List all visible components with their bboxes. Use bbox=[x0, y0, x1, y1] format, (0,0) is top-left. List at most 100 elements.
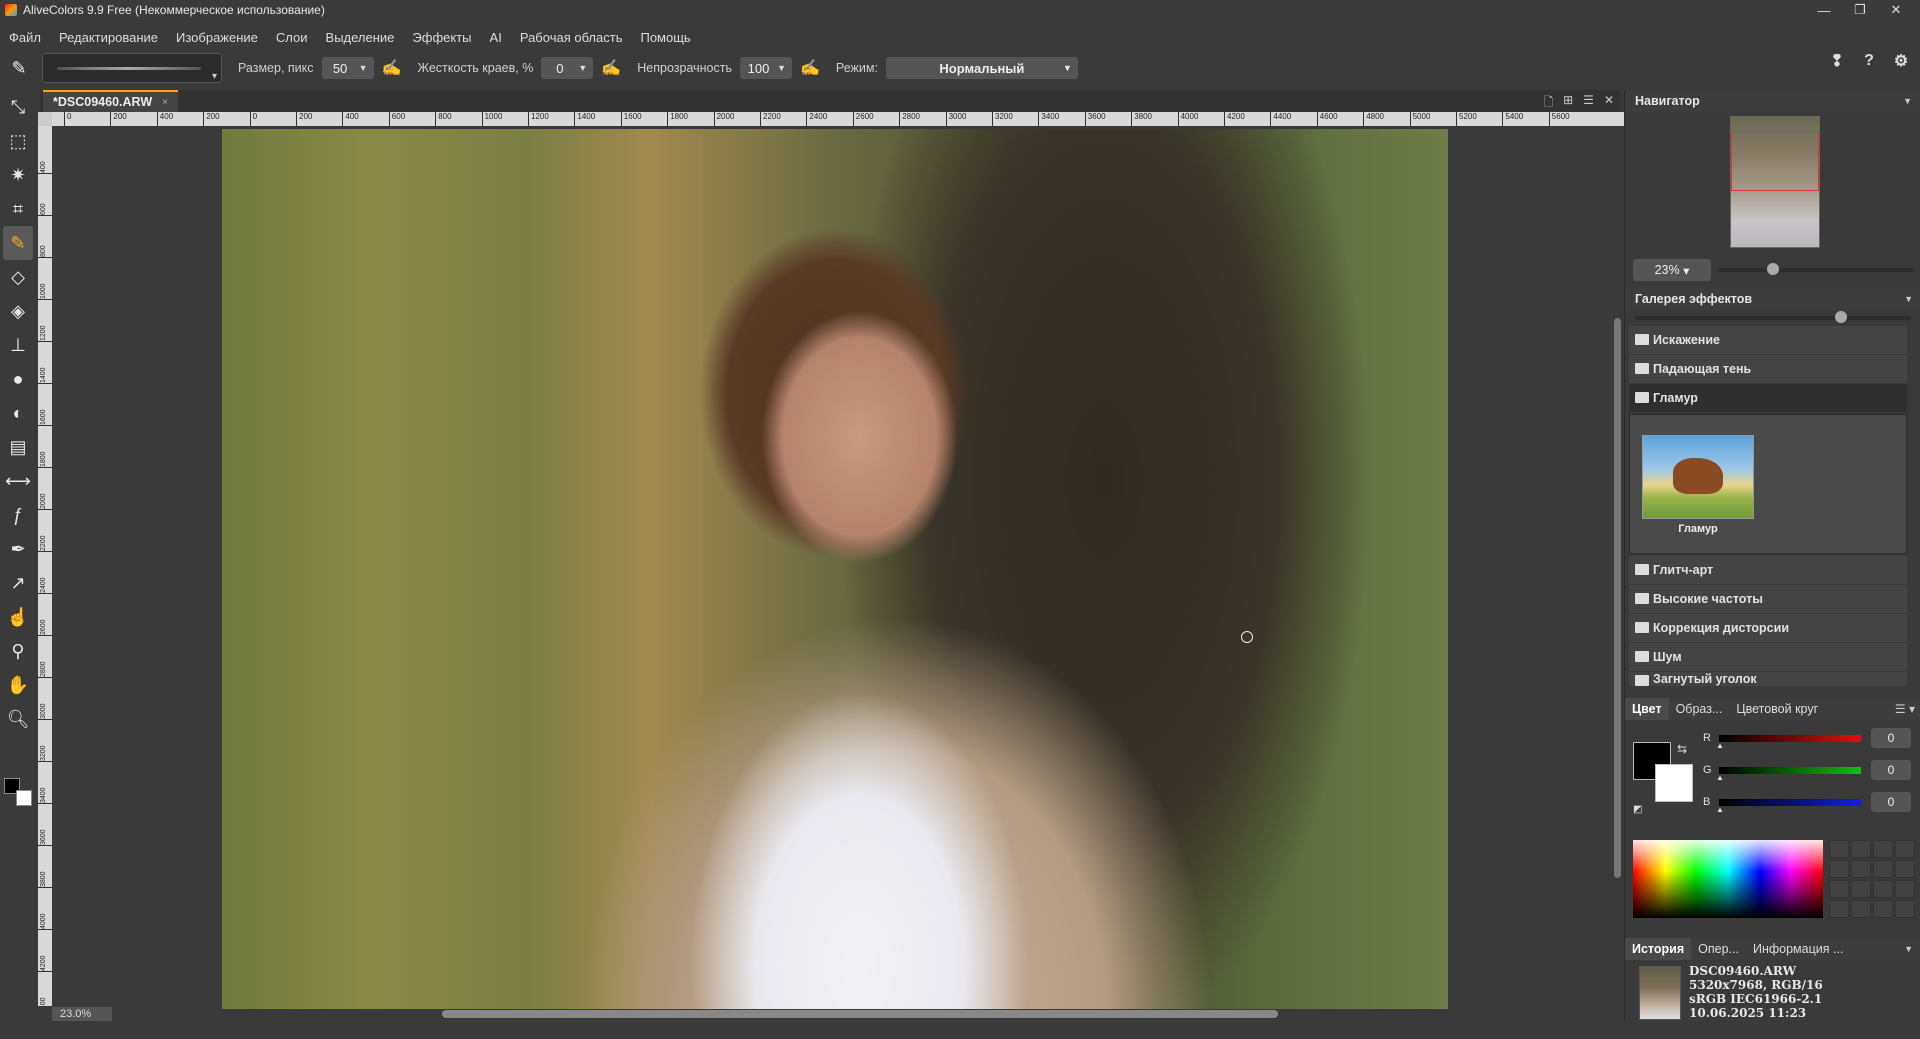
menu-effects[interactable]: Эффекты bbox=[403, 30, 480, 45]
tab-history[interactable]: История bbox=[1625, 938, 1692, 960]
fg-bg-color-swatches[interactable] bbox=[4, 778, 34, 808]
path-tool-icon[interactable]: ↗ bbox=[0, 566, 36, 600]
menu-ai[interactable]: AI bbox=[481, 30, 511, 45]
channel-r-slider[interactable] bbox=[1716, 734, 1861, 750]
tab-color[interactable]: Цвет bbox=[1625, 698, 1669, 720]
minimize-button[interactable]: — bbox=[1806, 0, 1842, 20]
swatch[interactable] bbox=[1873, 900, 1893, 918]
stamp-tool-icon[interactable]: ⊥ bbox=[0, 328, 36, 362]
pressure-pen-icon[interactable]: ✍ bbox=[800, 58, 820, 78]
swatch[interactable] bbox=[1895, 900, 1915, 918]
tab-operations[interactable]: Опер... bbox=[1691, 938, 1746, 960]
vertical-scrollbar[interactable] bbox=[1614, 318, 1621, 878]
smudge-tool-icon[interactable]: ☝ bbox=[0, 600, 36, 634]
brush-preset-picker[interactable] bbox=[42, 53, 222, 83]
document-tab[interactable]: *DSC09460.ARW × bbox=[43, 90, 178, 112]
fx-tool-icon[interactable]: ƒ bbox=[0, 498, 36, 532]
swatch[interactable] bbox=[1829, 840, 1849, 858]
menu-edit[interactable]: Редактирование bbox=[50, 30, 167, 45]
swatch[interactable] bbox=[1829, 860, 1849, 878]
blur-drop-tool-icon[interactable]: ● bbox=[0, 362, 36, 396]
channel-g-slider[interactable] bbox=[1716, 766, 1861, 782]
swatch[interactable] bbox=[1873, 880, 1893, 898]
magic-wand-tool-icon[interactable]: ✷ bbox=[0, 158, 36, 192]
canvas-area[interactable] bbox=[52, 126, 1612, 1009]
default-colors-icon[interactable]: ◩ bbox=[1633, 804, 1642, 815]
gallery-category[interactable]: Загнутый уголок bbox=[1629, 672, 1907, 686]
help-icon[interactable]: ? bbox=[1858, 50, 1880, 72]
swatch[interactable] bbox=[1829, 880, 1849, 898]
zoom-slider-knob[interactable] bbox=[1767, 263, 1779, 275]
menu-help[interactable]: Помощь bbox=[631, 30, 699, 45]
tab-color-wheel[interactable]: Цветовой круг bbox=[1729, 698, 1825, 720]
close-panel-icon[interactable]: ✕ bbox=[1604, 93, 1614, 114]
menu-image[interactable]: Изображение bbox=[167, 30, 267, 45]
chevron-down-icon[interactable]: ▼ bbox=[1904, 294, 1913, 304]
color-spectrum-picker[interactable] bbox=[1633, 840, 1823, 918]
background-color[interactable] bbox=[16, 790, 32, 806]
chevron-down-icon[interactable]: ▼ bbox=[1903, 96, 1912, 106]
gradient-tool-icon[interactable]: ▤ bbox=[0, 430, 36, 464]
gallery-header[interactable]: Галерея эффектов ▼ bbox=[1625, 288, 1920, 310]
tab-info[interactable]: Информация ... bbox=[1746, 938, 1850, 960]
swatch[interactable] bbox=[1895, 880, 1915, 898]
navigator-viewport[interactable] bbox=[1731, 131, 1819, 191]
marquee-tool-icon[interactable]: ⬚ bbox=[0, 124, 36, 158]
canvas-photo[interactable] bbox=[222, 129, 1448, 1009]
pressure-pen-icon[interactable]: ✍ bbox=[382, 58, 402, 78]
panel-menu-icon[interactable]: ☰ ▾ bbox=[1895, 702, 1915, 716]
channel-b-input[interactable]: 0 bbox=[1871, 792, 1911, 812]
crop-tool-icon[interactable]: ⌗ bbox=[0, 192, 36, 226]
thumbnail-size-slider[interactable] bbox=[1635, 311, 1911, 323]
gallery-category[interactable]: Падающая тень bbox=[1629, 355, 1907, 383]
size-field[interactable]: 50 ▼ bbox=[321, 57, 374, 79]
swatch[interactable] bbox=[1851, 860, 1871, 878]
swatch[interactable] bbox=[1851, 900, 1871, 918]
menu-layers[interactable]: Слои bbox=[267, 30, 317, 45]
tab-swatches[interactable]: Образ... bbox=[1669, 698, 1730, 720]
pressure-pen-icon[interactable]: ✍ bbox=[601, 58, 621, 78]
chevron-down-icon[interactable]: ▼ bbox=[1904, 944, 1913, 954]
notification-icon[interactable]: ❢ bbox=[1826, 50, 1848, 72]
maximize-button[interactable]: ❐ bbox=[1842, 0, 1878, 20]
fill-tool-icon[interactable]: ◈ bbox=[0, 294, 36, 328]
channel-b-slider[interactable] bbox=[1716, 798, 1861, 814]
new-document-icon[interactable]: 🗋 bbox=[1543, 93, 1553, 114]
dodge-tool-icon[interactable]: ◐ bbox=[0, 396, 36, 430]
pen-tool-icon[interactable]: ✒ bbox=[0, 532, 36, 566]
tab-menu-icon[interactable]: ☰ bbox=[1583, 93, 1594, 114]
navigator-header[interactable]: Навигатор ▼ bbox=[1625, 90, 1920, 112]
horizontal-scrollbar[interactable] bbox=[442, 1010, 1278, 1018]
gallery-category[interactable]: Искажение bbox=[1629, 326, 1907, 354]
gallery-category[interactable]: Глитч-арт bbox=[1629, 556, 1907, 584]
effect-preset-thumbnail[interactable] bbox=[1642, 435, 1754, 519]
channel-r-input[interactable]: 0 bbox=[1871, 728, 1911, 748]
menu-workspace[interactable]: Рабочая область bbox=[511, 30, 632, 45]
panel-background-color[interactable] bbox=[1655, 764, 1693, 802]
blend-mode-select[interactable]: Нормальный ▼ bbox=[885, 57, 1078, 79]
grid-view-icon[interactable]: ⊞ bbox=[1563, 93, 1573, 114]
move-tool-icon[interactable]: ⤡ bbox=[0, 90, 36, 124]
swatch[interactable] bbox=[1873, 860, 1893, 878]
zoom-tool-icon[interactable]: 🔍︎ bbox=[0, 702, 36, 736]
brush-tool-icon[interactable]: ✎ bbox=[3, 226, 33, 260]
opacity-field[interactable]: 100 ▼ bbox=[739, 57, 792, 79]
hand-tool-icon[interactable]: ✋ bbox=[0, 668, 36, 702]
channel-g-input[interactable]: 0 bbox=[1871, 760, 1911, 780]
hardness-field[interactable]: 0 ▼ bbox=[541, 57, 594, 79]
slider-knob[interactable] bbox=[1835, 311, 1847, 323]
history-item[interactable]: DSC09460.ARW 5320x7968, RGB/16 sRGB IEC6… bbox=[1625, 962, 1920, 1020]
swatch[interactable] bbox=[1895, 860, 1915, 878]
gallery-category[interactable]: Высокие частоты bbox=[1629, 585, 1907, 613]
swap-colors-icon[interactable]: ⇆ bbox=[1677, 742, 1687, 756]
swatch[interactable] bbox=[1895, 840, 1915, 858]
gallery-category[interactable]: Коррекция дисторсии bbox=[1629, 614, 1907, 642]
eyedropper-tool-icon[interactable]: ⚲ bbox=[0, 634, 36, 668]
navigator-thumbnail[interactable] bbox=[1730, 116, 1820, 248]
swatch[interactable] bbox=[1851, 880, 1871, 898]
swatch[interactable] bbox=[1829, 900, 1849, 918]
eraser-tool-icon[interactable]: ◇ bbox=[0, 260, 36, 294]
zoom-slider[interactable] bbox=[1719, 263, 1913, 275]
gallery-category[interactable]: Шум bbox=[1629, 643, 1907, 671]
mirror-tool-icon[interactable]: ⟷ bbox=[0, 464, 36, 498]
